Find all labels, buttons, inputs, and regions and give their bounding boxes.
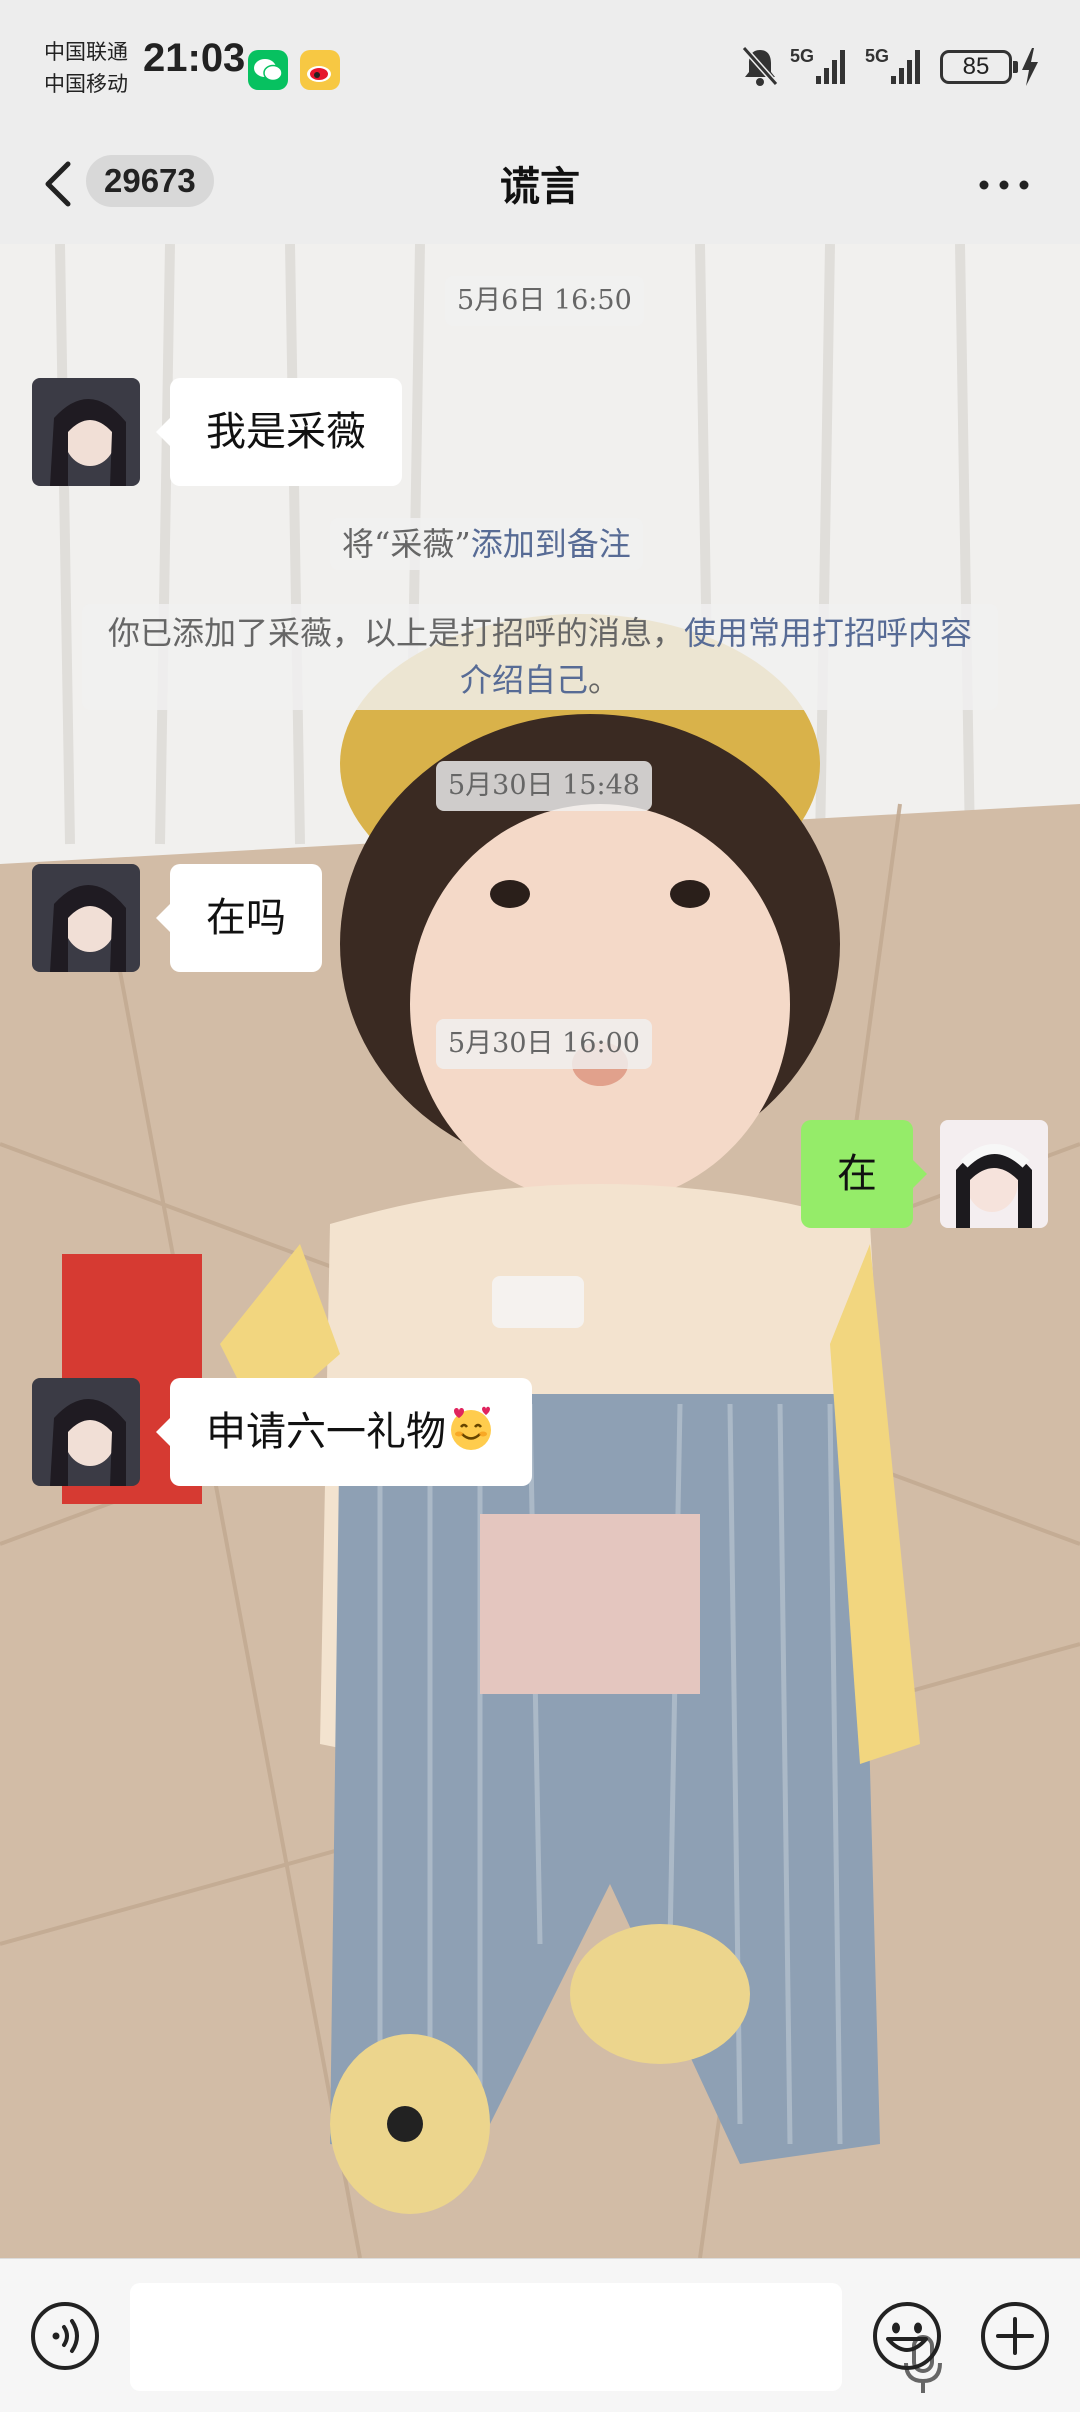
charging-icon <box>1022 48 1038 86</box>
smiling-face-with-hearts-icon <box>451 1406 491 1450</box>
carrier-1-label: 中国联通 <box>44 40 128 64</box>
blank-system-chip <box>492 1276 584 1328</box>
message-bubble-incoming[interactable]: 申请六一礼物 <box>156 1378 532 1486</box>
contact-avatar[interactable] <box>32 378 140 486</box>
more-options-icon[interactable] <box>976 170 1032 200</box>
signal-icon-2: 5G <box>865 46 920 84</box>
message-input[interactable] <box>130 2283 942 2393</box>
emoji-picker-icon[interactable] <box>870 2299 944 2373</box>
mute-bell-icon <box>741 46 779 86</box>
contact-avatar[interactable] <box>32 1378 140 1486</box>
message-bubble-incoming[interactable]: 我是采薇 <box>156 378 402 486</box>
network-2-label: 5G <box>865 46 889 66</box>
system-note-text: 将“采薇” <box>342 525 471 563</box>
carrier-2-label: 中国移动 <box>44 72 128 96</box>
wechat-notification-icon <box>248 50 288 90</box>
timestamp-2: 5月30日 15:48 <box>436 761 652 811</box>
timestamp-1: 5月6日 16:50 <box>445 276 644 326</box>
chat-title: 谎言 <box>500 163 580 210</box>
voice-input-icon[interactable] <box>28 2299 102 2373</box>
system-note-suffix: 。 <box>588 661 621 699</box>
add-remark-link[interactable]: 添加到备注 <box>471 525 631 563</box>
message-bubble-incoming[interactable]: 在吗 <box>156 864 322 972</box>
timestamp-3: 5月30日 16:00 <box>436 1019 652 1069</box>
my-avatar[interactable] <box>940 1120 1048 1228</box>
more-functions-plus-icon[interactable] <box>978 2299 1052 2373</box>
chat-input-bar <box>0 2258 1080 2412</box>
message-bubble-outgoing[interactable]: 在 <box>801 1120 927 1228</box>
system-note-add-remark: 将“采薇”添加到备注 <box>330 518 643 570</box>
status-bar: 中国联通 中国移动 21:03 5G 5G 85 <box>0 0 1080 130</box>
system-note-text: 你已添加了采薇，以上是打招呼的消息， <box>107 614 684 652</box>
chat-header: 29673 谎言 <box>0 130 1080 244</box>
network-1-label: 5G <box>790 46 814 66</box>
weibo-notification-icon <box>300 50 340 90</box>
battery-indicator: 85 <box>940 50 1018 84</box>
message-text: 申请六一礼物 <box>206 1409 446 1455</box>
chat-message-area[interactable]: 5月6日 16:50 我是采薇 将“采薇”添加到备注 你已添加了采薇，以上是打招… <box>0 244 1080 2258</box>
signal-icon-1: 5G <box>790 46 845 84</box>
system-note-greeting: 你已添加了采薇，以上是打招呼的消息，使用常用打招呼内容介绍自己。 <box>82 604 998 710</box>
status-time: 21:03 <box>143 36 246 80</box>
carrier-labels: 中国联通 中国移动 <box>44 36 128 100</box>
contact-avatar[interactable] <box>32 864 140 972</box>
